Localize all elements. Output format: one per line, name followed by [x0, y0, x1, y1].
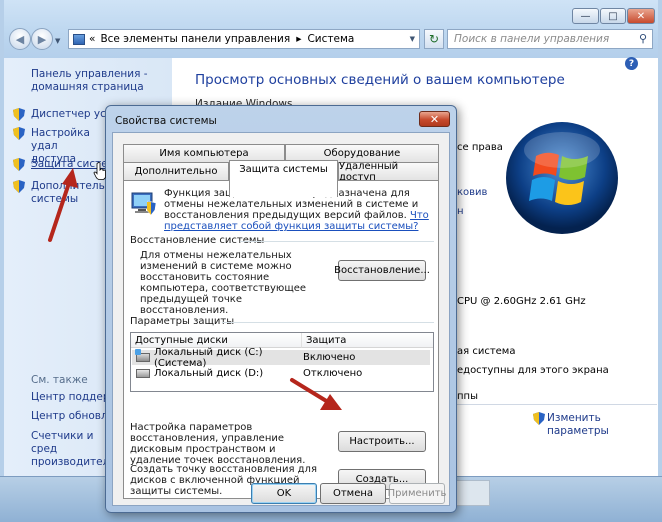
apply-button[interactable]: Применить [388, 483, 446, 504]
help-icon[interactable]: ? [625, 57, 638, 70]
window-frame-right [658, 0, 662, 521]
breadcrumb-control-panel[interactable]: Все элементы панели управления [100, 33, 290, 45]
recent-pages-dropdown[interactable]: ▼ [55, 37, 60, 45]
back-arrow-icon: ◀ [15, 32, 25, 46]
forward-arrow-icon: ▶ [37, 32, 47, 46]
tab-remote[interactable]: Удаленный доступ [338, 161, 439, 183]
tab-advanced[interactable]: Дополнительно [123, 162, 229, 180]
tab-system-protection[interactable]: Защита системы [229, 160, 338, 197]
copyright-text: се права [457, 142, 503, 153]
windows-logo [502, 118, 622, 238]
drive-row-d[interactable]: Локальный диск (D:) Отключено [132, 366, 430, 381]
tab-panel: Функция защиты системы предназначена для… [123, 180, 439, 499]
see-also-performance[interactable]: Счетчики и сред производительн [31, 430, 105, 469]
column-header-protection[interactable]: Защита [302, 333, 433, 348]
system-restore-button[interactable]: Восстановление... [334, 260, 430, 281]
workgroup-section-label: ппы [457, 391, 478, 402]
minimize-button[interactable]: — [572, 8, 599, 24]
shield-icon [13, 158, 25, 171]
see-also-windows-update[interactable]: Центр обновле [31, 410, 105, 423]
search-input[interactable]: Поиск в панели управления ⚲ [447, 29, 653, 49]
shield-icon [13, 108, 25, 121]
rating-link[interactable]: н [457, 206, 464, 217]
hard-drive-icon [136, 369, 150, 378]
dialog-body: Имя компьютера Оборудование Дополнительн… [112, 132, 450, 506]
service-pack-link[interactable]: ковив [457, 187, 487, 198]
processor-value: CPU @ 2.60GHz 2.61 GHz [457, 296, 586, 307]
page-heading: Просмотр основных сведений о вашем компь… [195, 72, 565, 88]
hard-drive-icon [135, 349, 150, 362]
annotation-arrow-icon [290, 378, 342, 410]
close-window-button[interactable]: ✕ [627, 8, 655, 24]
close-icon: ✕ [429, 112, 440, 126]
restore-description: Для отмены нежелательных изменений в сис… [140, 250, 307, 316]
shield-icon [533, 412, 545, 425]
configure-button[interactable]: Настроить... [338, 431, 426, 452]
control-panel-icon [73, 33, 85, 45]
address-dropdown-icon[interactable]: ▼ [410, 35, 415, 43]
maximize-button[interactable]: □ [600, 8, 626, 24]
annotation-arrow-icon [48, 168, 78, 242]
shield-icon [13, 127, 25, 140]
hand-cursor-icon [93, 162, 107, 183]
see-also-heading: См. также [31, 374, 88, 386]
breadcrumb-separator-icon: ▸ [296, 33, 302, 45]
refresh-icon: ↻ [428, 32, 440, 46]
address-bar[interactable]: « Все элементы панели управления ▸ Систе… [68, 29, 420, 49]
forward-button[interactable]: ▶ [31, 28, 53, 50]
shield-icon [13, 180, 25, 193]
configure-description: Настройка параметров восстановления, упр… [130, 422, 306, 466]
drives-list[interactable]: Доступные диски Защита Локальный диск (C… [130, 332, 434, 392]
pen-touch-value: едоступны для этого экрана [457, 365, 609, 376]
restore-group-divider [240, 241, 434, 242]
ok-button[interactable]: OK [251, 483, 317, 504]
drive-row-c[interactable]: Локальный диск (C:) (Система) Включено [132, 347, 430, 369]
search-icon[interactable]: ⚲ [639, 32, 647, 45]
protection-group-label: Параметры защиты [130, 316, 235, 327]
refresh-button[interactable]: ↻ [424, 29, 444, 49]
section-divider [457, 404, 657, 405]
dialog-close-button[interactable]: ✕ [419, 111, 450, 127]
system-properties-dialog: Свойства системы ✕ Имя компьютера Оборуд… [105, 105, 457, 513]
computer-shield-icon [130, 189, 158, 217]
control-panel-home-link[interactable]: Панель управления - домашняя страница [31, 68, 161, 94]
cancel-button[interactable]: Отмена [320, 483, 386, 504]
see-also-action-center[interactable]: Центр поддерж [31, 391, 105, 404]
address-overflow-chevron[interactable]: « [89, 33, 95, 45]
change-settings-link[interactable]: Изменить параметры [547, 412, 627, 438]
dialog-title: Свойства системы [115, 115, 217, 127]
sidebar-item-device-manager[interactable]: Диспетчер устр [31, 108, 107, 121]
back-button[interactable]: ◀ [9, 28, 31, 50]
system-type-value: ая система [457, 346, 516, 357]
breadcrumb-system[interactable]: Система [307, 33, 354, 45]
protection-group-divider [222, 322, 434, 323]
